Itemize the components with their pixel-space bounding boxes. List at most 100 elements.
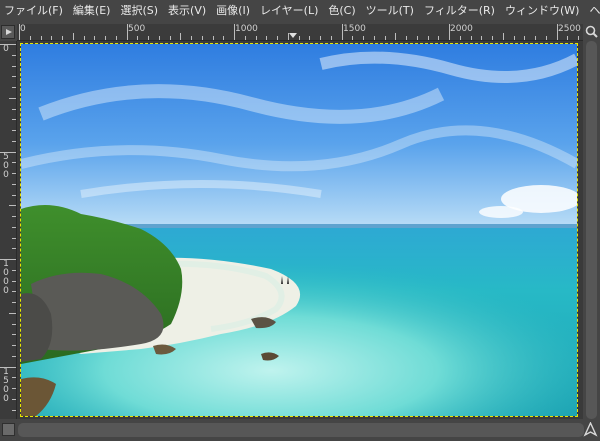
menu-tools[interactable]: ツール(T) (362, 0, 420, 22)
hruler-tick (384, 36, 386, 40)
hruler-tick (545, 36, 547, 40)
vruler-tick (12, 194, 16, 196)
hruler-tick (255, 36, 257, 40)
vertical-ruler[interactable]: 0 500 1000 1500 (0, 41, 17, 419)
menu-layer[interactable]: レイヤー(L) (256, 0, 324, 22)
vruler-tick (12, 398, 16, 400)
hruler-tick (287, 33, 289, 40)
hruler-tick (19, 24, 20, 40)
hruler-tick (223, 36, 225, 40)
hruler-tick (212, 36, 214, 40)
vruler-tick (12, 269, 16, 271)
hruler-tick (449, 24, 450, 40)
vruler-tick (12, 216, 16, 217)
hruler-tick (567, 36, 569, 40)
hruler-tick (470, 36, 472, 40)
vertical-scrollbar-thumb[interactable] (586, 41, 597, 419)
horizontal-ruler-row: 0 500 1000 1500 2000 2500 (0, 24, 600, 41)
hruler-tick (201, 36, 203, 40)
hruler-tick (535, 36, 536, 40)
hruler-tick (191, 36, 192, 40)
hruler-tick (298, 36, 300, 40)
hruler-tick (502, 33, 504, 40)
menubar: ファイル(F) 編集(E) 選択(S) 表示(V) 画像(I) レイヤー(L) … (0, 0, 600, 22)
hruler-tick (158, 36, 160, 40)
hruler-tick (427, 36, 429, 40)
vruler-tick (9, 312, 16, 314)
zoom-lock-button[interactable] (584, 24, 599, 40)
vruler-tick (9, 97, 16, 99)
menu-file[interactable]: ファイル(F) (0, 0, 69, 22)
vruler-tick (12, 237, 16, 239)
vruler-tick (12, 226, 16, 228)
vruler-tick (0, 44, 16, 45)
menu-edit[interactable]: 編集(E) (69, 0, 117, 22)
hruler-tick (40, 36, 42, 40)
vruler-tick (12, 291, 16, 293)
hruler-tick (115, 36, 117, 40)
hruler-tick (363, 36, 364, 40)
vruler-tick (12, 388, 16, 389)
hruler-tick (62, 36, 63, 40)
hruler-tick (438, 36, 440, 40)
menu-help[interactable]: ヘルプ(H (585, 0, 600, 22)
navigate-icon (583, 421, 598, 437)
vruler-label: 500 (3, 152, 9, 180)
menu-arrow-button[interactable] (1, 25, 15, 39)
pointer-position-marker (289, 33, 297, 38)
vruler-tick (12, 334, 16, 336)
vruler-tick (12, 76, 16, 78)
hruler-label: 0 (20, 24, 26, 34)
menu-select[interactable]: 選択(S) (116, 0, 164, 22)
image-canvas[interactable] (20, 43, 578, 417)
vruler-tick (12, 130, 16, 131)
vruler-tick (0, 366, 16, 368)
hruler-tick (266, 36, 268, 40)
hruler-tick (406, 36, 407, 40)
hruler-tick (395, 33, 397, 40)
hruler-tick (330, 36, 332, 40)
vruler-tick (12, 323, 16, 325)
vruler-tick (12, 162, 16, 164)
hruler-tick (513, 36, 515, 40)
menu-colors[interactable]: 色(C) (324, 0, 361, 22)
vruler-label: 1000 (3, 259, 9, 296)
hruler-tick (51, 36, 53, 40)
vruler-tick (12, 119, 16, 121)
hruler-tick (180, 33, 182, 40)
hruler-tick (244, 36, 246, 40)
vruler-tick (12, 87, 16, 88)
hruler-tick (94, 36, 96, 40)
quick-mask-toggle[interactable] (2, 423, 15, 436)
hruler-label: 1500 (343, 24, 366, 34)
vruler-tick (12, 173, 16, 174)
canvas-area[interactable] (17, 41, 583, 419)
hruler-tick (83, 36, 85, 40)
vruler-label: 1500 (3, 367, 9, 404)
hruler-tick (29, 36, 31, 40)
vruler-tick (12, 140, 16, 142)
hruler-tick (352, 36, 354, 40)
hruler-tick (277, 36, 278, 40)
menu-view[interactable]: 表示(V) (164, 0, 212, 22)
hruler-tick (169, 36, 171, 40)
menu-windows[interactable]: ウィンドウ(W) (501, 0, 585, 22)
vruler-label: 0 (3, 44, 9, 54)
horizontal-scrollbar[interactable] (18, 423, 584, 437)
hruler-tick (309, 36, 311, 40)
vruler-tick (12, 409, 16, 411)
hruler-label: 2000 (450, 24, 473, 34)
hruler-tick (373, 36, 375, 40)
hruler-tick (459, 36, 461, 40)
hruler-tick (137, 36, 139, 40)
menu-filters[interactable]: フィルター(R) (420, 0, 501, 22)
menu-image[interactable]: 画像(I) (212, 0, 256, 22)
navigate-button[interactable] (583, 421, 598, 437)
horizontal-ruler[interactable]: 0 500 1000 1500 2000 2500 (17, 24, 583, 41)
vertical-scrollbar[interactable] (583, 41, 600, 419)
vruler-tick (12, 345, 16, 346)
hruler-label: 2500 (558, 24, 581, 34)
vruler-tick (12, 377, 16, 379)
hruler-tick (524, 36, 526, 40)
vruler-tick (0, 259, 16, 260)
